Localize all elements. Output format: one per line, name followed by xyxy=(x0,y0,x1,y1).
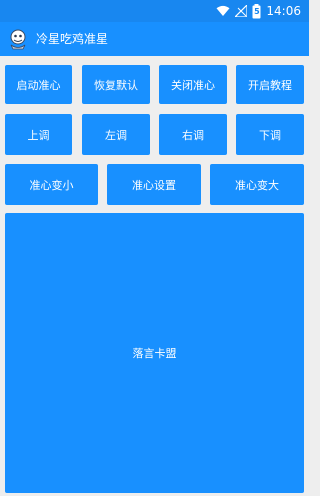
battery-icon: 5 xyxy=(252,3,261,19)
status-icons: 5 14:06 xyxy=(216,3,301,19)
app-title: 冷星吃鸡准星 xyxy=(36,32,109,46)
move-down-button[interactable]: 下调 xyxy=(236,114,304,155)
start-crosshair-button[interactable]: 启动准心 xyxy=(5,65,72,104)
app-bar: 冷星吃鸡准星 xyxy=(0,22,309,56)
open-tutorial-button[interactable]: 开启教程 xyxy=(236,65,304,104)
battery-level-text: 5 xyxy=(254,6,260,16)
crosshair-smaller-button[interactable]: 准心变小 xyxy=(5,164,98,205)
move-up-button[interactable]: 上调 xyxy=(5,114,72,155)
crosshair-bigger-button[interactable]: 准心变大 xyxy=(210,164,304,205)
status-bar: 5 14:06 xyxy=(0,0,309,22)
status-time: 14:06 xyxy=(266,4,301,18)
wifi-icon xyxy=(216,2,230,21)
app-logo-icon xyxy=(6,27,30,51)
promo-panel[interactable]: 落言卡盟 xyxy=(5,213,304,493)
signal-icon xyxy=(233,2,249,21)
move-left-button[interactable]: 左调 xyxy=(82,114,150,155)
move-right-button[interactable]: 右调 xyxy=(159,114,227,155)
crosshair-settings-button[interactable]: 准心设置 xyxy=(107,164,201,205)
close-crosshair-button[interactable]: 关闭准心 xyxy=(159,65,227,104)
promo-panel-label: 落言卡盟 xyxy=(132,347,177,360)
restore-default-button[interactable]: 恢复默认 xyxy=(82,65,150,104)
